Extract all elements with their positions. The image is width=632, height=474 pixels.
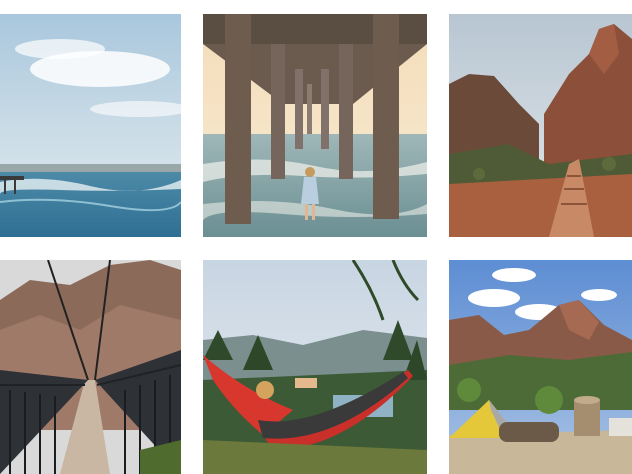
photo-tile-bridge[interactable] [0,260,181,474]
photo-grid [0,0,632,474]
bridge-photo [0,260,181,474]
photo-tile-tent[interactable] [449,260,632,474]
photo-tile-beach[interactable] [0,14,181,237]
photo-tile-pier[interactable] [203,14,427,237]
beach-photo [0,14,181,237]
pier-photo [203,14,427,237]
canyon-trail-photo [449,14,632,237]
photo-tile-hammock[interactable] [203,260,427,474]
photo-tile-canyon-trail[interactable] [449,14,632,237]
hammock-photo [203,260,427,474]
tent-photo [449,260,632,474]
